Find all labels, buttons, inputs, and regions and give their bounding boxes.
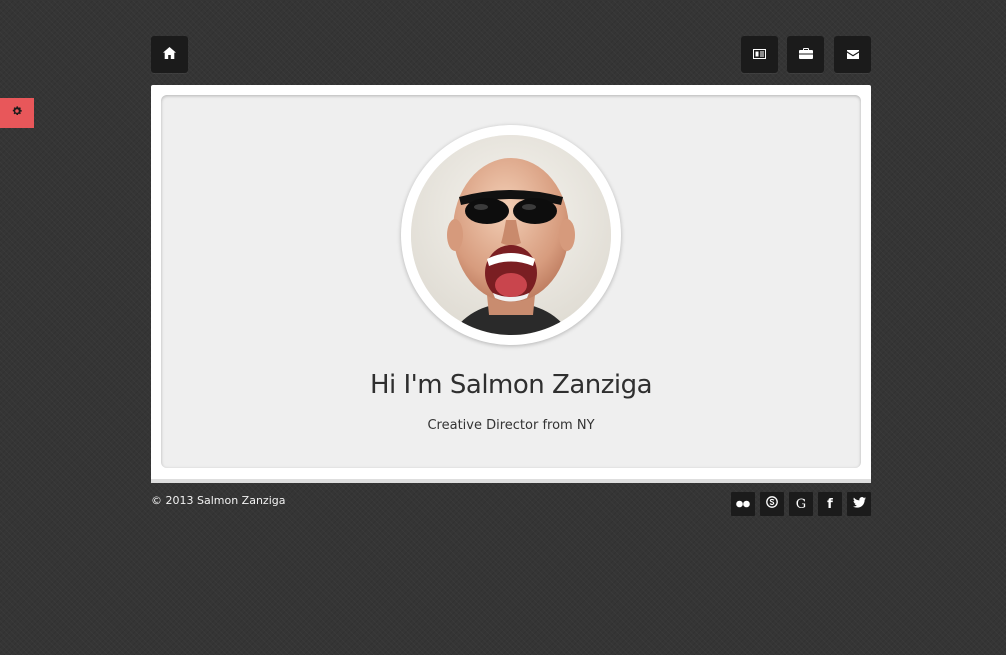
- google-icon: G: [795, 496, 807, 512]
- briefcase-icon: [798, 46, 813, 64]
- gear-icon: [11, 104, 23, 122]
- profile-card: Hi I'm Salmon Zanziga Creative Director …: [151, 85, 871, 483]
- twitter-icon: [852, 495, 866, 513]
- facebook-icon: f: [827, 496, 833, 512]
- settings-tab[interactable]: [0, 98, 34, 128]
- flickr-icon: [736, 495, 750, 513]
- twitter-link[interactable]: [847, 492, 871, 516]
- resume-card-icon: [753, 46, 766, 64]
- skype-link[interactable]: [760, 492, 784, 516]
- google-link[interactable]: G: [789, 492, 813, 516]
- profile-subtitle: Creative Director from NY: [427, 418, 595, 433]
- avatar: [411, 135, 611, 335]
- contact-button[interactable]: [834, 36, 871, 73]
- skype-icon: [766, 495, 778, 513]
- avatar-frame: [401, 125, 621, 345]
- portfolio-button[interactable]: [787, 36, 824, 73]
- resume-button[interactable]: [741, 36, 778, 73]
- mail-icon: [846, 46, 859, 64]
- profile-headline: Hi I'm Salmon Zanziga: [369, 370, 653, 400]
- facebook-link[interactable]: f: [818, 492, 842, 516]
- flickr-link[interactable]: [731, 492, 755, 516]
- home-icon: [163, 46, 176, 64]
- card-divider: [151, 479, 871, 483]
- home-button[interactable]: [151, 36, 188, 73]
- copyright-text: © 2013 Salmon Zanziga: [151, 494, 286, 507]
- profile-card-inner: Hi I'm Salmon Zanziga Creative Director …: [161, 95, 861, 468]
